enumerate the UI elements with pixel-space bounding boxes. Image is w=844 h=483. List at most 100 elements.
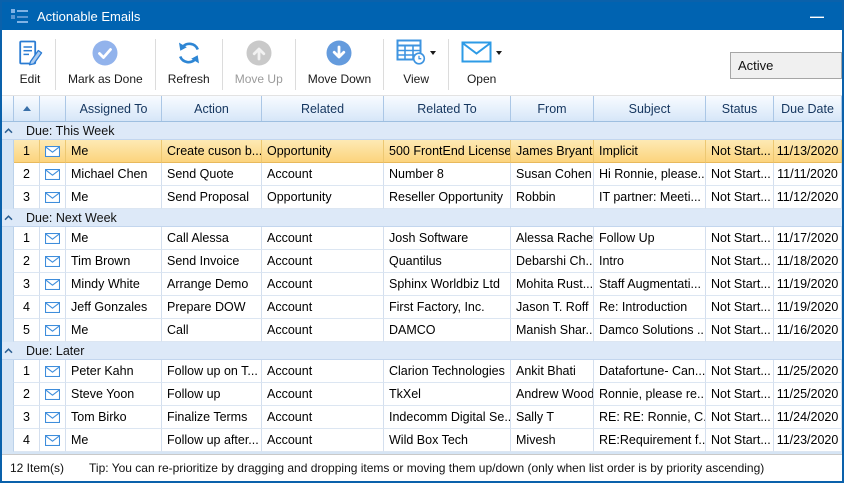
edit-button[interactable]: Edit <box>8 34 52 95</box>
task-grid: Assigned To Action Related Related To Fr… <box>2 96 842 454</box>
header-icon-column[interactable] <box>40 96 66 121</box>
cell-due-date: 11/23/2020 <box>774 429 842 452</box>
cell-from: Sally T <box>511 406 594 429</box>
cell-status: Not Start... <box>706 383 774 406</box>
mail-icon <box>40 186 66 209</box>
cell-action: Send Proposal <box>162 186 262 209</box>
cell-from: Mohita Rust... <box>511 273 594 296</box>
mail-icon <box>40 383 66 406</box>
cell-related-to: Sphinx Worldbiz Ltd <box>384 273 511 296</box>
row-gutter <box>2 296 14 319</box>
open-button[interactable]: Open <box>452 34 511 95</box>
cell-assigned-to: Tom Birko <box>66 406 162 429</box>
cell-assigned-to: Me <box>66 227 162 250</box>
cell-related: Account <box>262 227 384 250</box>
toolbar-separator <box>295 39 296 90</box>
row-gutter <box>2 227 14 250</box>
cell-due-date: 11/12/2020 <box>774 186 842 209</box>
group-header[interactable]: Due: Next Week <box>2 209 842 227</box>
table-row[interactable]: 2Tim BrownSend InvoiceAccountQuantilusDe… <box>2 250 842 273</box>
header-action[interactable]: Action <box>162 96 262 121</box>
cell-due-date: 11/19/2020 <box>774 273 842 296</box>
cell-due-date: 11/16/2020 <box>774 319 842 342</box>
cell-from: Susan Cohen <box>511 163 594 186</box>
table-row[interactable]: 3MeSend ProposalOpportunityReseller Oppo… <box>2 186 842 209</box>
cell-from: Alessa Rachel <box>511 227 594 250</box>
group-label: Due: Next Week <box>26 211 117 225</box>
cell-priority: 3 <box>14 186 40 209</box>
mail-icon <box>40 296 66 319</box>
table-row[interactable]: 1MeCall AlessaAccountJosh SoftwareAlessa… <box>2 227 842 250</box>
mark-as-done-button[interactable]: Mark as Done <box>59 34 152 95</box>
cell-subject: RE:Requirement f... <box>594 429 706 452</box>
table-row[interactable]: 2Michael ChenSend QuoteAccountNumber 8Su… <box>2 163 842 186</box>
cell-related: Opportunity <box>262 186 384 209</box>
table-row[interactable]: 2Steve YoonFollow upAccountTkXelAndrew W… <box>2 383 842 406</box>
refresh-button[interactable]: Refresh <box>159 34 219 95</box>
cell-assigned-to: Tim Brown <box>66 250 162 273</box>
table-row[interactable]: 3Tom BirkoFinalize TermsAccountIndecomm … <box>2 406 842 429</box>
header-related[interactable]: Related <box>262 96 384 121</box>
cell-action: Follow up on T... <box>162 360 262 383</box>
cell-from: Robbin <box>511 186 594 209</box>
cell-related: Account <box>262 250 384 273</box>
header-subject[interactable]: Subject <box>594 96 706 121</box>
mail-icon <box>40 227 66 250</box>
table-row[interactable]: 1Peter KahnFollow up on T...AccountClari… <box>2 360 842 383</box>
edit-label: Edit <box>20 72 41 86</box>
table-row[interactable]: 4MeFollow up after...AccountWild Box Tec… <box>2 429 842 452</box>
move-up-button[interactable]: Move Up <box>226 34 292 95</box>
toolbar-separator <box>448 39 449 90</box>
header-due-date[interactable]: Due Date <box>774 96 842 121</box>
cell-assigned-to: Me <box>66 140 162 163</box>
cell-status: Not Start... <box>706 163 774 186</box>
cell-related-to: Reseller Opportunity <box>384 186 511 209</box>
group-header[interactable]: Due: Later <box>2 342 842 360</box>
cell-subject: Damco Solutions ... <box>594 319 706 342</box>
row-gutter <box>2 383 14 406</box>
chevron-up-icon[interactable] <box>2 215 14 221</box>
cell-status: Not Start... <box>706 140 774 163</box>
cell-related: Account <box>262 406 384 429</box>
cell-subject: Follow Up <box>594 227 706 250</box>
cell-due-date: 11/13/2020 <box>774 140 842 163</box>
cell-action: Follow up after... <box>162 429 262 452</box>
row-gutter <box>2 429 14 452</box>
cell-priority: 5 <box>14 319 40 342</box>
mail-icon <box>40 250 66 273</box>
table-row[interactable]: 4Jeff GonzalesPrepare DOWAccountFirst Fa… <box>2 296 842 319</box>
row-gutter <box>2 163 14 186</box>
cell-related: Account <box>262 319 384 342</box>
arrow-down-circle-icon <box>326 37 352 69</box>
header-from[interactable]: From <box>511 96 594 121</box>
header-assigned-to[interactable]: Assigned To <box>66 96 162 121</box>
group-header[interactable]: Due: This Week <box>2 122 842 140</box>
header-priority[interactable] <box>14 96 40 121</box>
cell-action: Send Invoice <box>162 250 262 273</box>
minimize-button[interactable]: — <box>810 9 824 23</box>
header-related-to[interactable]: Related To <box>384 96 511 121</box>
chevron-up-icon[interactable] <box>2 348 14 354</box>
sort-ascending-icon <box>23 106 31 111</box>
chevron-up-icon[interactable] <box>2 128 14 134</box>
cell-priority: 3 <box>14 406 40 429</box>
cell-action: Call <box>162 319 262 342</box>
filter-dropdown[interactable]: Active <box>730 52 842 79</box>
table-row[interactable]: 5MeCallAccountDAMCOManish Shar...Damco S… <box>2 319 842 342</box>
move-down-button[interactable]: Move Down <box>299 34 380 95</box>
table-row[interactable]: 3Mindy WhiteArrange DemoAccountSphinx Wo… <box>2 273 842 296</box>
move-up-label: Move Up <box>235 72 283 86</box>
cell-subject: Staff Augmentati... <box>594 273 706 296</box>
column-header-row: Assigned To Action Related Related To Fr… <box>2 96 842 122</box>
cell-due-date: 11/11/2020 <box>774 163 842 186</box>
cell-assigned-to: Jeff Gonzales <box>66 296 162 319</box>
header-status[interactable]: Status <box>706 96 774 121</box>
cell-priority: 4 <box>14 296 40 319</box>
cell-subject: RE: RE: Ronnie, C... <box>594 406 706 429</box>
cell-assigned-to: Mindy White <box>66 273 162 296</box>
cell-action: Send Quote <box>162 163 262 186</box>
app-icon <box>11 9 28 24</box>
view-button[interactable]: View <box>387 34 445 95</box>
cell-from: Ankit Bhati <box>511 360 594 383</box>
table-row[interactable]: 1MeCreate cuson b...Opportunity500 Front… <box>2 140 842 163</box>
